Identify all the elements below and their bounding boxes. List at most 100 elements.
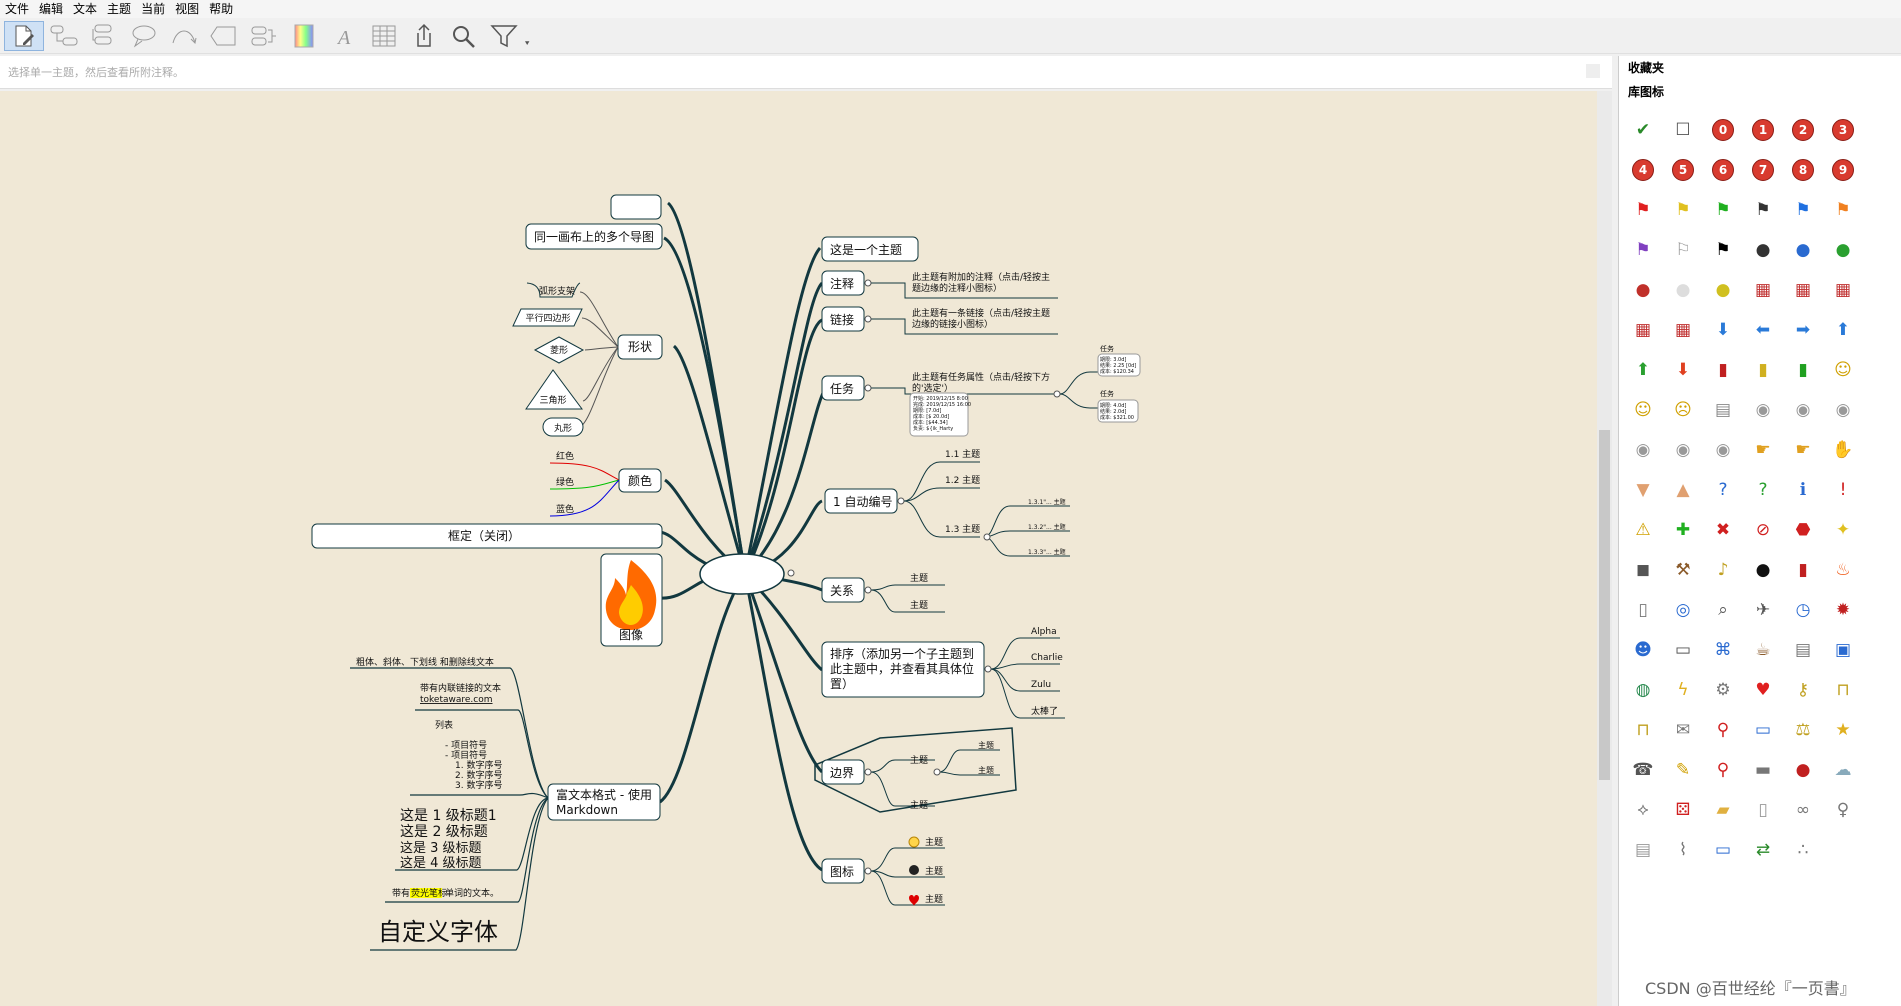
library-icon-cell[interactable]: ● <box>1743 550 1783 590</box>
menu-current[interactable]: 当前 <box>136 0 170 18</box>
search-button[interactable] <box>444 21 484 51</box>
library-icon-cell[interactable]: ★ <box>1823 710 1863 750</box>
library-icon-cell[interactable]: ⚖ <box>1783 710 1823 750</box>
library-icon-cell[interactable]: ⚲ <box>1703 750 1743 790</box>
library-icon-cell[interactable]: ◎ <box>1663 590 1703 630</box>
library-icon-cell[interactable]: 8 <box>1783 150 1823 190</box>
library-icon-cell[interactable]: ● <box>1783 230 1823 270</box>
library-icon-cell[interactable]: ♥ <box>1743 670 1783 710</box>
subtopic-button[interactable] <box>44 21 84 51</box>
library-icon-cell[interactable]: ▬ <box>1743 750 1783 790</box>
scrollbar-thumb[interactable] <box>1599 430 1610 780</box>
library-icon-cell[interactable]: 6 <box>1703 150 1743 190</box>
library-icon-cell[interactable]: ⚑ <box>1623 190 1663 230</box>
library-icon-cell[interactable]: ! <box>1823 470 1863 510</box>
library-icon-cell[interactable]: 4 <box>1623 150 1663 190</box>
library-icon-cell[interactable]: ◉ <box>1743 390 1783 430</box>
sibling-button[interactable] <box>84 21 124 51</box>
library-icon-cell[interactable]: ▮ <box>1783 350 1823 390</box>
library-icon-cell[interactable]: ☕ <box>1743 630 1783 670</box>
library-icon-cell[interactable]: ⚲ <box>1703 710 1743 750</box>
library-icon-cell[interactable]: ⬇ <box>1663 350 1703 390</box>
library-icon-cell[interactable]: ➡ <box>1783 310 1823 350</box>
library-icon-cell[interactable]: ☺ <box>1623 390 1663 430</box>
library-icon-cell[interactable]: ⌕ <box>1703 590 1743 630</box>
library-icon-cell[interactable]: 7 <box>1743 150 1783 190</box>
library-icon-cell[interactable]: ⚑ <box>1623 230 1663 270</box>
library-icon-cell[interactable]: ◷ <box>1783 590 1823 630</box>
library-icon-cell[interactable]: ℹ <box>1783 470 1823 510</box>
library-icon-cell[interactable]: ☛ <box>1743 430 1783 470</box>
blank-topic[interactable] <box>610 194 662 220</box>
menu-text[interactable]: 文本 <box>68 0 102 18</box>
library-icon-cell[interactable]: ☻ <box>1623 630 1663 670</box>
menu-edit[interactable]: 编辑 <box>34 0 68 18</box>
library-icon-cell[interactable]: ⚐ <box>1663 230 1703 270</box>
library-icon-cell[interactable]: ● <box>1783 750 1823 790</box>
relationship-button[interactable] <box>164 21 204 51</box>
library-icon-cell[interactable]: ◉ <box>1783 390 1823 430</box>
menu-view[interactable]: 视图 <box>170 0 204 18</box>
library-icon-cell[interactable]: ◉ <box>1823 390 1863 430</box>
library-icon-cell[interactable]: ✹ <box>1823 590 1863 630</box>
library-icon-cell[interactable]: ▣ <box>1823 630 1863 670</box>
library-icon-cell[interactable]: ▮ <box>1783 550 1823 590</box>
library-icon-cell[interactable]: ⟡ <box>1623 790 1663 830</box>
library-icon-cell[interactable]: ⚙ <box>1703 670 1743 710</box>
library-icon-cell[interactable]: ⬆ <box>1623 350 1663 390</box>
library-icon-cell[interactable]: ▯ <box>1623 590 1663 630</box>
library-icon-cell[interactable]: ◼ <box>1623 550 1663 590</box>
library-icon-cell[interactable]: ⚒ <box>1663 550 1703 590</box>
library-icon-cell[interactable]: ▯ <box>1743 790 1783 830</box>
library-icon-cell[interactable]: ? <box>1743 470 1783 510</box>
library-icon-cell[interactable]: ☁ <box>1823 750 1863 790</box>
library-icon-cell[interactable]: ⚑ <box>1823 190 1863 230</box>
filter-button[interactable] <box>484 21 524 51</box>
callout-button[interactable] <box>124 21 164 51</box>
library-icon-cell[interactable]: ⇄ <box>1743 830 1783 870</box>
library-icon-cell[interactable]: ⊓ <box>1823 670 1863 710</box>
library-icon-cell[interactable]: ✖ <box>1703 510 1743 550</box>
library-icon-cell[interactable]: ✔ <box>1623 110 1663 150</box>
library-icon-cell[interactable]: ☛ <box>1783 430 1823 470</box>
library-icon-cell[interactable]: ▭ <box>1663 630 1703 670</box>
library-icon-cell[interactable]: ⬅ <box>1743 310 1783 350</box>
library-icon-cell[interactable]: ⬇ <box>1703 310 1743 350</box>
library-icon-cell[interactable]: ♨ <box>1823 550 1863 590</box>
library-icon-cell[interactable]: ⬆ <box>1823 310 1863 350</box>
library-icon-cell[interactable]: ⚑ <box>1783 190 1823 230</box>
share-button[interactable] <box>404 21 444 51</box>
library-icon-cell[interactable]: ◉ <box>1663 430 1703 470</box>
menu-file[interactable]: 文件 <box>0 0 34 18</box>
notes-panel[interactable]: 选择单一主题，然后查看所附注释。 <box>0 56 1612 89</box>
library-icon-cell[interactable]: ● <box>1623 270 1663 310</box>
library-icon-cell[interactable]: ▲ <box>1663 470 1703 510</box>
library-icon-cell[interactable]: ✦ <box>1823 510 1863 550</box>
favorites-header[interactable]: 收藏夹 <box>1619 56 1901 80</box>
library-icon-cell[interactable]: ● <box>1663 270 1703 310</box>
toolbar-more-icon[interactable]: ⯆ <box>524 39 530 49</box>
library-icon-cell[interactable]: ⚑ <box>1703 230 1743 270</box>
library-icon-cell[interactable]: ▤ <box>1783 630 1823 670</box>
menu-help[interactable]: 帮助 <box>204 0 238 18</box>
library-icon-cell[interactable]: ▭ <box>1743 710 1783 750</box>
mindmap-canvas[interactable]: 同一画布上的多个导图 形状 弧形支架 平行四边形 菱形 三角形 丸形 颜色 红色… <box>0 91 1597 1006</box>
richtext-link[interactable]: toketaware.com <box>420 695 493 705</box>
library-icon-cell[interactable]: ? <box>1703 470 1743 510</box>
library-icon-cell[interactable]: ◉ <box>1623 430 1663 470</box>
library-icon-cell[interactable]: 2 <box>1783 110 1823 150</box>
library-icon-cell[interactable]: ⚑ <box>1743 190 1783 230</box>
library-icon-cell[interactable]: ⚷ <box>1783 670 1823 710</box>
library-icon-cell[interactable]: ▭ <box>1703 830 1743 870</box>
library-icon-cell[interactable]: ♪ <box>1703 550 1743 590</box>
library-icon-cell[interactable]: ▤ <box>1623 830 1663 870</box>
menu-topic[interactable]: 主题 <box>102 0 136 18</box>
central-topic[interactable] <box>699 553 785 595</box>
library-icon-cell[interactable]: ● <box>1823 230 1863 270</box>
library-icon-cell[interactable]: ⌇ <box>1663 830 1703 870</box>
library-icon-cell[interactable]: ▦ <box>1783 270 1823 310</box>
color-button[interactable] <box>284 21 324 51</box>
boundary-button[interactable] <box>204 21 244 51</box>
library-icon-cell[interactable]: ▦ <box>1743 270 1783 310</box>
collapse-handle[interactable] <box>787 569 795 577</box>
